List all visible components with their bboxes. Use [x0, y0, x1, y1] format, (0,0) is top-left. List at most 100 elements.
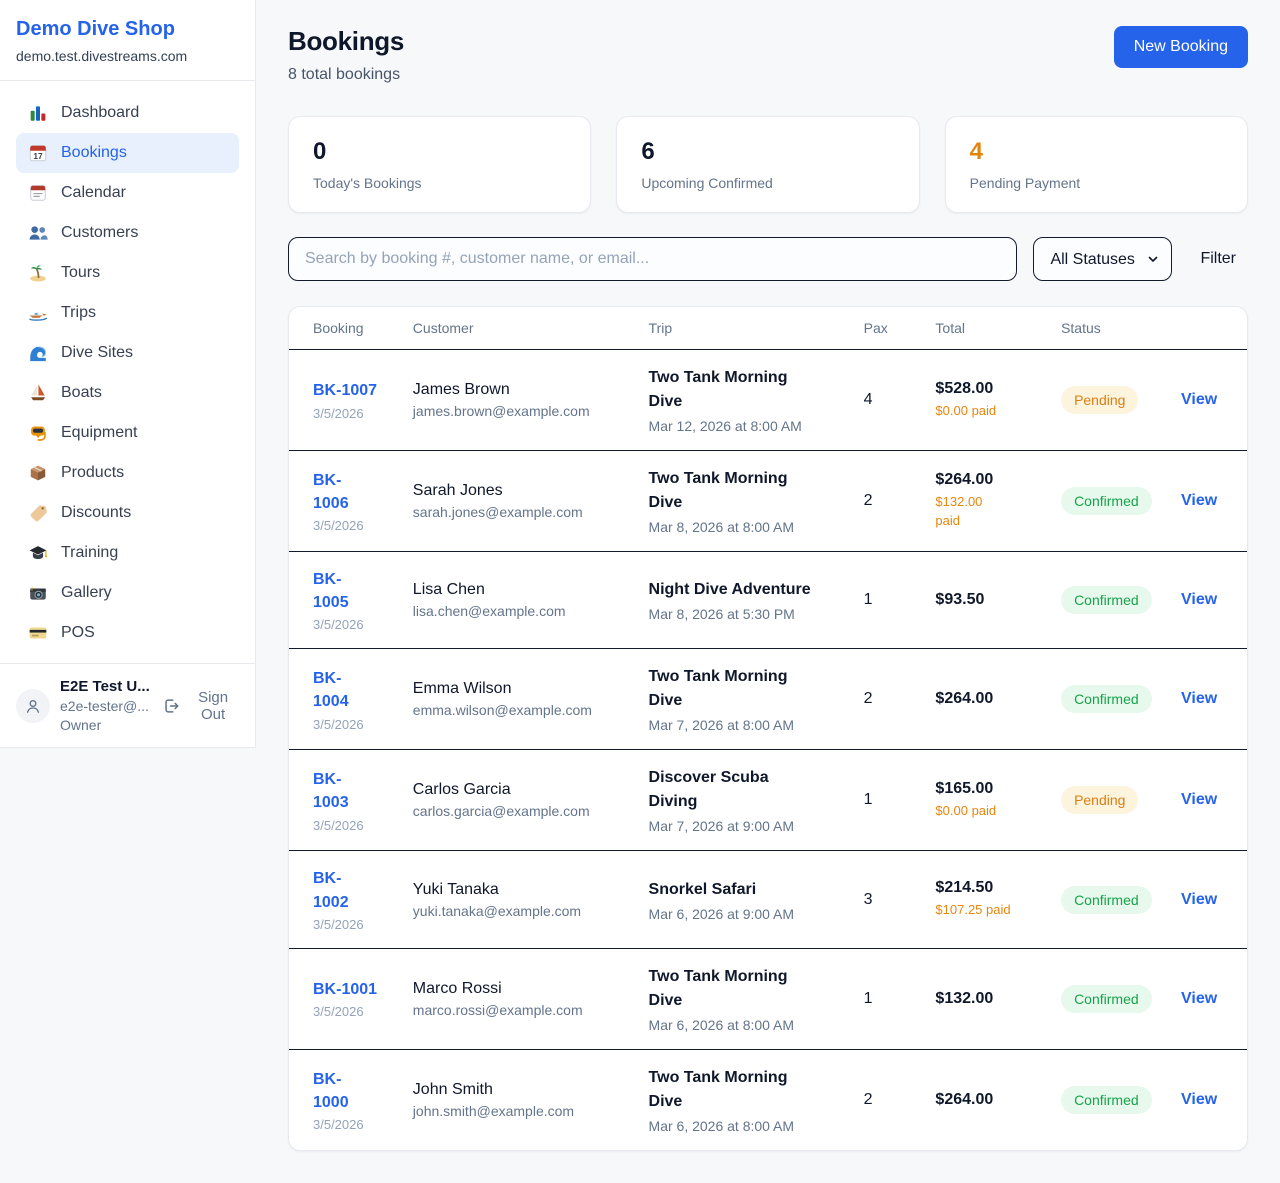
customer-email: marco.rossi@example.com	[413, 1002, 625, 1018]
trip-datetime: Mar 6, 2026 at 9:00 AM	[649, 906, 840, 922]
customer-email: carlos.garcia@example.com	[413, 803, 625, 819]
customer-name: Yuki Tanaka	[413, 881, 625, 899]
people-icon	[28, 223, 48, 243]
customer-email: yuki.tanaka@example.com	[413, 903, 625, 919]
total-amount: $214.50	[935, 879, 1037, 897]
booking-id-link[interactable]: BK- 1005	[313, 568, 389, 614]
credit-card-icon	[28, 623, 48, 643]
booking-id-link[interactable]: BK- 1002	[313, 867, 389, 913]
customer-email: lisa.chen@example.com	[413, 603, 625, 619]
sidebar-item-products[interactable]: Products	[16, 453, 239, 493]
customer-email: john.smith@example.com	[413, 1103, 625, 1119]
trip-datetime: Mar 7, 2026 at 9:00 AM	[649, 818, 840, 834]
customer-name: Lisa Chen	[413, 581, 625, 599]
pax-count: 1	[852, 552, 924, 649]
trip-name: Night Dive Adventure	[649, 578, 840, 602]
trip-name: Snorkel Safari	[649, 878, 840, 902]
view-link[interactable]: View	[1181, 391, 1217, 408]
sidebar-item-equipment[interactable]: Equipment	[16, 413, 239, 453]
stat-value: 4	[970, 138, 1223, 166]
customer-email: sarah.jones@example.com	[413, 504, 625, 520]
booking-id-link[interactable]: BK- 1003	[313, 768, 389, 814]
user-name: E2E Test U...	[60, 678, 152, 695]
status-filter-select[interactable]: All Statuses	[1033, 237, 1172, 281]
table-row: BK- 1000 3/5/2026 John Smith john.smith@…	[289, 1049, 1247, 1150]
total-amount: $132.00	[935, 990, 1037, 1008]
trip-datetime: Mar 12, 2026 at 8:00 AM	[649, 418, 840, 434]
camera-icon	[28, 583, 48, 603]
sign-out-icon	[162, 697, 180, 715]
status-badge: Pending	[1061, 386, 1138, 414]
filter-button[interactable]: Filter	[1188, 250, 1248, 268]
view-link[interactable]: View	[1181, 591, 1217, 608]
sidebar-item-trips[interactable]: Trips	[16, 293, 239, 333]
sidebar-item-label: Training	[61, 544, 118, 562]
status-badge: Confirmed	[1061, 685, 1152, 713]
column-header-actions	[1169, 307, 1247, 350]
view-link[interactable]: View	[1181, 791, 1217, 808]
booking-date: 3/5/2026	[313, 1004, 389, 1019]
stat-value: 0	[313, 138, 566, 166]
sidebar-item-label: Tours	[61, 264, 100, 282]
column-header-trip: Trip	[637, 307, 852, 350]
sign-out-button[interactable]: Sign Out	[162, 689, 239, 723]
view-link[interactable]: View	[1181, 690, 1217, 707]
column-header-total: Total	[923, 307, 1049, 350]
sidebar-item-label: Products	[61, 464, 124, 482]
sidebar-item-discounts[interactable]: Discounts	[16, 493, 239, 533]
table-row: BK- 1003 3/5/2026 Carlos Garcia carlos.g…	[289, 750, 1247, 851]
sidebar-item-calendar[interactable]: Calendar	[16, 173, 239, 213]
trip-datetime: Mar 7, 2026 at 8:00 AM	[649, 717, 840, 733]
view-link[interactable]: View	[1181, 1091, 1217, 1108]
booking-id-link[interactable]: BK- 1006	[313, 469, 389, 515]
view-link[interactable]: View	[1181, 990, 1217, 1007]
table-row: BK- 1005 3/5/2026 Lisa Chen lisa.chen@ex…	[289, 552, 1247, 649]
search-input[interactable]	[288, 237, 1017, 281]
sidebar-item-customers[interactable]: Customers	[16, 213, 239, 253]
sidebar-item-bookings[interactable]: 17 Bookings	[16, 133, 239, 173]
toolbar: All Statuses Filter	[288, 237, 1248, 281]
sidebar-item-tours[interactable]: Tours	[16, 253, 239, 293]
status-badge: Confirmed	[1061, 487, 1152, 515]
sidebar-item-dive-sites[interactable]: Dive Sites	[16, 333, 239, 373]
status-filter-wrap: All Statuses	[1033, 237, 1172, 281]
paid-amount: $0.00 paid	[935, 402, 1037, 421]
booking-id-link[interactable]: BK-1007	[313, 379, 389, 402]
paid-amount: $0.00 paid	[935, 802, 1037, 821]
booking-id-link[interactable]: BK- 1004	[313, 667, 389, 713]
page-subtitle: 8 total bookings	[288, 66, 404, 84]
booking-date: 3/5/2026	[313, 406, 389, 421]
total-amount: $264.00	[935, 1091, 1037, 1109]
column-header-pax: Pax	[852, 307, 924, 350]
sidebar-item-pos[interactable]: POS	[16, 613, 239, 653]
total-amount: $165.00	[935, 780, 1037, 798]
booking-date: 3/5/2026	[313, 1117, 389, 1132]
view-link[interactable]: View	[1181, 492, 1217, 509]
booking-id-link[interactable]: BK- 1000	[313, 1068, 389, 1114]
view-link[interactable]: View	[1181, 891, 1217, 908]
bookings-table: BookingCustomerTripPaxTotalStatus BK-100…	[289, 307, 1247, 1150]
new-booking-button[interactable]: New Booking	[1114, 26, 1248, 68]
diving-mask-icon	[28, 423, 48, 443]
sidebar: Demo Dive Shop demo.test.divestreams.com…	[0, 0, 256, 748]
sidebar-item-training[interactable]: Training	[16, 533, 239, 573]
stat-card: 0 Today's Bookings	[288, 116, 591, 213]
customer-email: emma.wilson@example.com	[413, 702, 625, 718]
sidebar-item-boats[interactable]: Boats	[16, 373, 239, 413]
sidebar-item-label: Dashboard	[61, 104, 139, 122]
booking-date: 3/5/2026	[313, 717, 389, 732]
booking-date: 3/5/2026	[313, 518, 389, 533]
sidebar-item-label: Discounts	[61, 504, 131, 522]
total-amount: $93.50	[935, 591, 1037, 609]
sidebar-item-gallery[interactable]: Gallery	[16, 573, 239, 613]
booking-id-link[interactable]: BK-1001	[313, 978, 389, 1001]
sidebar-item-label: Bookings	[61, 144, 127, 162]
status-badge: Confirmed	[1061, 985, 1152, 1013]
trip-datetime: Mar 8, 2026 at 8:00 AM	[649, 519, 840, 535]
sidebar-item-dashboard[interactable]: Dashboard	[16, 93, 239, 133]
pax-count: 4	[852, 350, 924, 451]
brand: Demo Dive Shop demo.test.divestreams.com	[0, 0, 255, 81]
pax-count: 2	[852, 649, 924, 750]
customer-name: Carlos Garcia	[413, 781, 625, 799]
status-badge: Confirmed	[1061, 886, 1152, 914]
